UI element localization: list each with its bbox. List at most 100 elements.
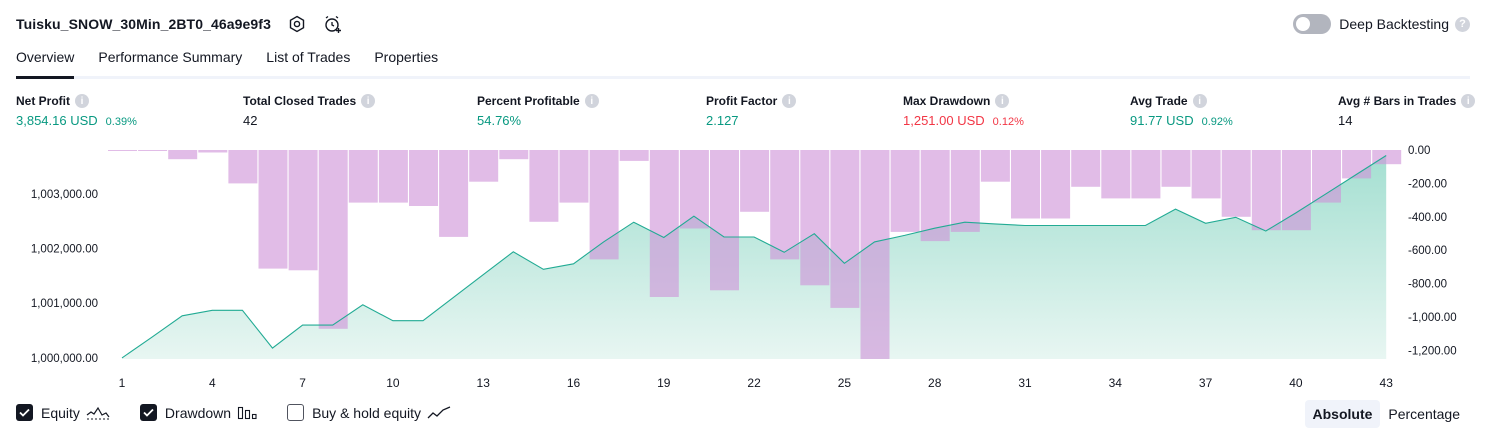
info-icon[interactable]: i [782, 94, 797, 108]
right-axis-label: -600.00 [1408, 245, 1447, 257]
help-icon[interactable]: ? [1455, 16, 1470, 32]
checkbox-checked-icon[interactable] [16, 404, 33, 421]
x-tick-label: 40 [1289, 376, 1303, 390]
strategy-header: Tuisku_SNOW_30Min_2BT0_46a9e9f3 [16, 12, 343, 36]
strategy-name: Tuisku_SNOW_30Min_2BT0_46a9e9f3 [16, 16, 271, 32]
equity-drawdown-chart[interactable]: 1,003,000.00 1,002,000.00 1,001,000.00 1,00… [0, 138, 1486, 396]
drawdown-bar [890, 150, 920, 232]
drawdown-bar [1251, 150, 1281, 231]
drawdown-bar [740, 150, 770, 212]
drawdown-bar [950, 150, 980, 232]
drawdown-bar [860, 150, 890, 359]
drawdown-bar [1191, 150, 1221, 199]
left-axis-label: 1,003,000.00 [31, 189, 98, 201]
metrics-row: Net Profit i 3,854.16 USD 0.39% Total Clos… [0, 92, 1486, 132]
metric-avg-trade: Avg Trade i 91.77 USD 0.92% [1130, 92, 1233, 128]
x-tick-label: 28 [928, 376, 942, 390]
tab-properties[interactable]: Properties [374, 44, 438, 76]
drawdown-bar [1131, 150, 1161, 199]
metric-label: Avg Trade [1130, 94, 1188, 108]
deep-backtesting-label: Deep Backtesting [1339, 16, 1449, 32]
drawdown-bar [920, 150, 950, 242]
drawdown-bars-icon [237, 406, 257, 420]
chart-legend: Equity Drawdown Buy & hold equity [16, 404, 481, 421]
metric-net-profit: Net Profit i 3,854.16 USD 0.39% [16, 92, 137, 128]
left-axis-label: 1,001,000.00 [31, 298, 98, 310]
mode-absolute[interactable]: Absolute [1304, 400, 1381, 428]
metric-value: 1,251.00 USD [903, 113, 985, 128]
info-icon[interactable]: i [1192, 94, 1207, 108]
metric-label: Percent Profitable [477, 94, 580, 108]
info-icon[interactable]: i [1461, 94, 1476, 108]
drawdown-bar [108, 150, 137, 151]
info-icon[interactable]: i [584, 94, 599, 108]
right-axis-label: -1,000.00 [1408, 312, 1457, 324]
gear-icon[interactable] [287, 14, 307, 34]
info-icon[interactable]: i [361, 94, 376, 108]
x-tick-label: 7 [299, 376, 306, 390]
tab-overview[interactable]: Overview [16, 44, 75, 79]
tab-performance-summary[interactable]: Performance Summary [98, 44, 242, 76]
mode-percentage[interactable]: Percentage [1380, 400, 1468, 428]
metric-percent: 0.39% [105, 116, 137, 128]
right-axis-label: -800.00 [1408, 279, 1447, 291]
drawdown-bar [1011, 150, 1040, 219]
x-tick-label: 31 [1018, 376, 1032, 390]
drawdown-bar [138, 150, 168, 151]
drawdown-bar [378, 150, 408, 203]
checkbox-unchecked-icon[interactable] [287, 404, 305, 421]
x-tick-label: 19 [657, 376, 671, 390]
metric-total-closed-trades: Total Closed Trades i 42 [243, 92, 376, 128]
right-axis-label: -1,200.00 [1408, 346, 1457, 358]
metric-max-drawdown: Max Drawdown i 1,251.00 USD 0.12% [903, 92, 1024, 128]
metric-avg-bars: Avg # Bars in Trades i 14 [1338, 92, 1476, 128]
drawdown-bar [830, 150, 860, 308]
drawdown-bar [589, 150, 619, 260]
legend-buy-hold[interactable]: Buy & hold equity [287, 404, 451, 421]
drawdown-bar [198, 150, 228, 153]
drawdown-bar [1161, 150, 1191, 187]
drawdown-bar [710, 150, 739, 291]
drawdown-bar [439, 150, 469, 237]
tab-list-of-trades[interactable]: List of Trades [266, 44, 350, 76]
x-tick-label: 22 [747, 376, 761, 390]
checkbox-checked-icon[interactable] [139, 404, 157, 421]
metric-value: 3,854.16 USD [16, 113, 98, 128]
info-icon[interactable]: i [75, 94, 89, 108]
right-axis-label: -200.00 [1408, 178, 1447, 190]
drawdown-bar [318, 150, 348, 329]
legend-equity[interactable]: Equity [16, 404, 110, 421]
metric-profit-factor: Profit Factor i 2.127 [706, 92, 797, 128]
drawdown-bar [619, 150, 649, 161]
metric-percent: 0.92% [1201, 116, 1233, 128]
tab-bar: Overview Performance Summary List of Tra… [16, 44, 1470, 79]
left-axis-label: 1,002,000.00 [31, 244, 98, 256]
legend-drawdown[interactable]: Drawdown [139, 404, 257, 421]
drawdown-bar [1312, 150, 1341, 203]
drawdown-bar [168, 150, 198, 160]
x-tick-label: 13 [477, 376, 491, 390]
x-tick-label: 10 [386, 376, 400, 390]
metric-label: Total Closed Trades [243, 94, 357, 108]
toggle-knob [1296, 17, 1311, 31]
drawdown-bar [770, 150, 800, 260]
x-tick-label: 25 [838, 376, 852, 390]
metric-percent-profitable: Percent Profitable i 54.76% [477, 92, 599, 128]
metric-value: 42 [243, 113, 258, 128]
x-tick-label: 1 [119, 376, 126, 390]
alarm-plus-icon[interactable] [323, 14, 343, 34]
drawdown-bar [1221, 150, 1251, 217]
legend-drawdown-label: Drawdown [164, 404, 232, 421]
equity-line-icon [86, 406, 110, 420]
drawdown-bar [1041, 150, 1071, 219]
deep-backtesting-toggle[interactable] [1293, 14, 1332, 34]
info-icon[interactable]: i [995, 94, 1010, 108]
drawdown-bar [800, 150, 830, 286]
drawdown-bar [288, 150, 318, 271]
drawdown-bar [499, 150, 529, 160]
metric-value: 91.77 USD [1130, 113, 1194, 128]
scale-mode-switch: Absolute Percentage [1304, 400, 1469, 428]
deep-backtesting: Deep Backtesting ? [1293, 14, 1470, 34]
drawdown-bar [1101, 150, 1131, 199]
metric-label: Profit Factor [706, 94, 778, 108]
